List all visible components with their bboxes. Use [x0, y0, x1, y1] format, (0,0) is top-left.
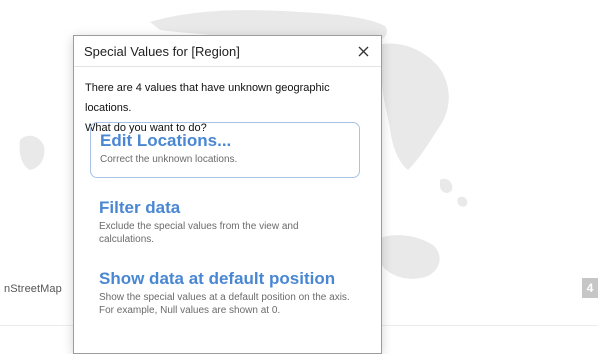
dialog-title: Special Values for [Region] — [84, 44, 240, 59]
option-description: Correct the unknown locations. — [100, 154, 238, 165]
map-attribution: nStreetMap — [4, 283, 62, 295]
edit-locations-option[interactable]: Edit Locations... Correct the unknown lo… — [90, 122, 360, 178]
map-land-asia — [378, 43, 449, 170]
show-data-default-position-option[interactable]: Show data at default position Show the s… — [90, 261, 360, 341]
map-land-islands — [440, 178, 468, 207]
option-title: Edit Locations... — [100, 131, 232, 150]
option-title: Filter data — [99, 198, 181, 217]
map-land-south — [376, 235, 440, 279]
message-line-1: There are 4 values that have unknown geo… — [85, 82, 330, 114]
special-values-dialog: Special Values for [Region] There are 4 … — [73, 35, 382, 354]
close-button[interactable] — [353, 41, 373, 61]
header-divider — [74, 66, 381, 67]
map-land-west — [19, 135, 45, 170]
dialog-header: Special Values for [Region] — [74, 36, 381, 66]
close-icon — [358, 46, 368, 56]
option-description: Exclude the special values from the view… — [99, 221, 299, 245]
option-title: Show data at default position — [99, 269, 336, 288]
unknown-count-badge[interactable]: 4 — [582, 278, 598, 298]
option-description: Show the special values at a default pos… — [99, 292, 350, 316]
filter-data-option[interactable]: Filter data Exclude the special values f… — [90, 190, 360, 250]
